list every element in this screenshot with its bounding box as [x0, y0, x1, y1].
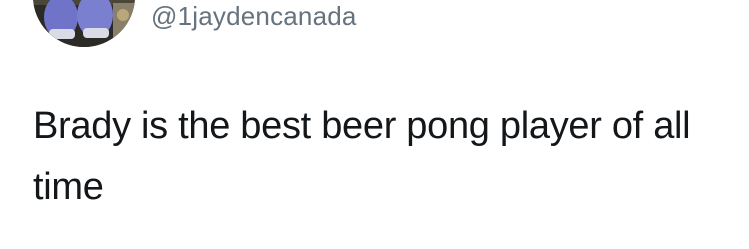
tweet-card: @1jaydencanada Brady is the best beer po… — [0, 0, 749, 249]
avatar[interactable] — [33, 0, 135, 47]
user-handle[interactable]: @1jaydencanada — [151, 1, 357, 31]
tweet-text: Brady is the best beer pong player of al… — [33, 105, 691, 208]
avatar-image — [33, 0, 135, 47]
